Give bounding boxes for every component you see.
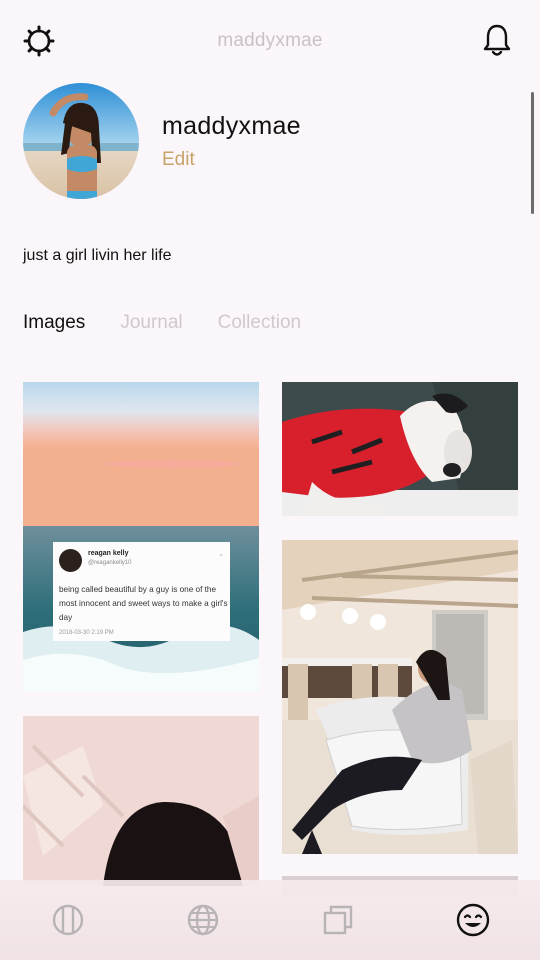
globe-icon bbox=[187, 904, 218, 936]
kitchen-chair-photo bbox=[282, 540, 518, 854]
tweet-handle: @reagankelly10 bbox=[88, 560, 132, 566]
tab-collection[interactable]: Collection bbox=[218, 312, 301, 334]
image-tile-selfie[interactable] bbox=[23, 716, 259, 886]
image-tile-dog[interactable] bbox=[282, 382, 518, 516]
nav-item-profile[interactable] bbox=[453, 900, 493, 940]
bell-icon bbox=[483, 24, 511, 56]
image-tile-kitchen-chair[interactable] bbox=[282, 540, 518, 854]
tweet-card: reagan kelly @reagankelly10 ⌄ being call… bbox=[53, 542, 230, 641]
avatar[interactable] bbox=[23, 83, 139, 199]
scroll-indicator[interactable] bbox=[531, 92, 534, 214]
circle-stripes-icon bbox=[52, 904, 83, 936]
edit-profile-link[interactable]: Edit bbox=[162, 149, 195, 171]
stack-icon bbox=[323, 905, 352, 935]
smiley-icon bbox=[456, 903, 489, 937]
tweet-text: being called beautiful by a guy is one o… bbox=[59, 585, 228, 622]
avatar-photo bbox=[23, 83, 139, 199]
tweet-author: reagan kelly bbox=[88, 550, 129, 557]
profile-bio: just a girl livin her life bbox=[23, 247, 172, 264]
tab-images[interactable]: Images bbox=[23, 312, 85, 334]
nav-item-feed[interactable] bbox=[48, 900, 88, 940]
bottom-nav bbox=[0, 880, 540, 960]
tab-journal[interactable]: Journal bbox=[120, 312, 182, 334]
tweet-avatar bbox=[59, 549, 82, 572]
sunset-ocean-photo bbox=[23, 382, 259, 692]
nav-item-explore[interactable] bbox=[183, 900, 223, 940]
nav-item-collections[interactable] bbox=[318, 900, 358, 940]
chevron-down-icon: ⌄ bbox=[218, 551, 224, 558]
top-bar: maddyxmae bbox=[0, 0, 540, 82]
dog-photo bbox=[282, 382, 518, 516]
page-title: maddyxmae bbox=[217, 30, 323, 51]
notifications-button[interactable] bbox=[478, 20, 516, 60]
profile-username: maddyxmae bbox=[162, 112, 301, 140]
profile-tabs: Images Journal Collection bbox=[23, 312, 336, 334]
tweet-timestamp: 2018-03-30 2:19 PM bbox=[59, 630, 114, 636]
image-tile-sunset-tweet[interactable]: reagan kelly @reagankelly10 ⌄ being call… bbox=[23, 382, 259, 692]
selfie-photo bbox=[23, 716, 259, 886]
